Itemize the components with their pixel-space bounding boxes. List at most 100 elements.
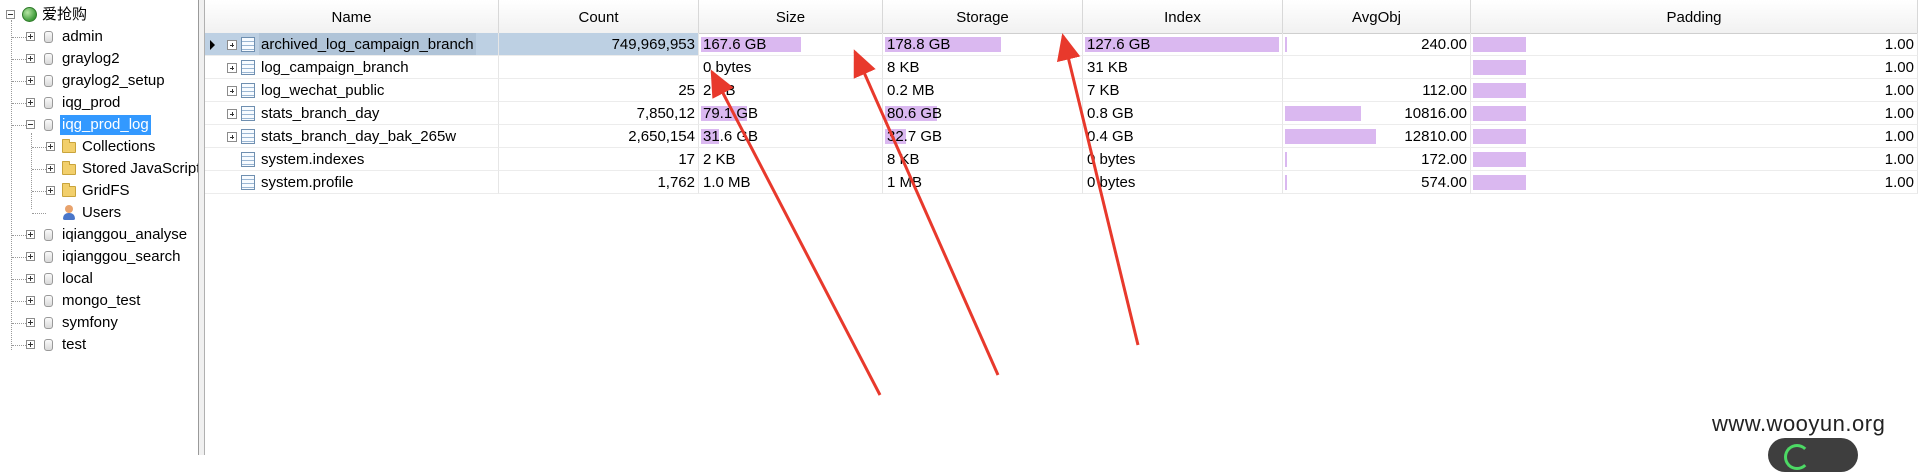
cell-padding[interactable]: 1.00 [1471,33,1918,56]
tree-item-label[interactable]: Collections [80,137,157,157]
table-row[interactable]: log_wechat_public 25 2 KB 0.2 MB 7 KB 112.00 1… [205,79,1918,102]
cell-name[interactable]: system.indexes [205,148,499,171]
cell-padding[interactable]: 1.00 [1471,56,1918,79]
tree-db-label[interactable]: graylog2_setup [60,71,167,91]
column-header-name[interactable]: Name [205,0,499,33]
tree-db-label[interactable]: graylog2 [60,49,122,69]
cell-storage[interactable]: 178.8 GB [883,33,1083,56]
cell-size[interactable]: 0 bytes [699,56,883,79]
expand-row-icon[interactable] [227,63,237,73]
tree-db-label[interactable]: test [60,335,88,355]
tree-db-label[interactable]: iqg_prod_log [60,115,151,135]
cell-name[interactable]: log_wechat_public [205,79,499,102]
cell-count[interactable]: 1,762 [499,171,699,194]
cell-size[interactable]: 31.6 GB [699,125,883,148]
cell-avgobj[interactable]: 240.00 [1283,33,1471,56]
cell-name[interactable]: log_campaign_branch [205,56,499,79]
table-row[interactable]: stats_branch_day 7,850,12 79.1 GB 80.6 GB 0.… [205,102,1918,125]
cell-padding[interactable]: 1.00 [1471,171,1918,194]
cell-avgobj[interactable] [1283,56,1471,79]
database-tree[interactable]: 爱抢购 admin graylog2 graylog2_setup iqg_prod i… [0,0,199,455]
tree-item-label[interactable]: Users [80,203,123,223]
table-row[interactable]: system.indexes 17 2 KB 8 KB 0 bytes 172.00 1.0… [205,148,1918,171]
table-row[interactable]: archived_log_campaign_branch 749,969,953 1… [205,33,1918,56]
column-header-index[interactable]: Index [1083,0,1283,33]
tree-db-label[interactable]: iqg_prod [60,93,122,113]
cell-index[interactable]: 127.6 GB [1083,33,1283,56]
cell-count[interactable]: 17 [499,148,699,171]
cell-count[interactable]: 25 [499,79,699,102]
expand-toggle-icon[interactable] [26,98,35,107]
cell-padding[interactable]: 1.00 [1471,125,1918,148]
cell-count[interactable]: 749,969,953 [499,33,699,56]
expand-toggle-icon[interactable] [26,230,35,239]
expand-toggle-icon[interactable] [26,54,35,63]
collapse-toggle-icon[interactable] [26,120,35,129]
cell-name[interactable]: stats_branch_day_bak_265w [205,125,499,148]
cell-storage[interactable]: 0.2 MB [883,79,1083,102]
column-header-count[interactable]: Count [499,0,699,33]
expand-toggle-icon[interactable] [46,142,55,151]
cell-avgobj[interactable]: 112.00 [1283,79,1471,102]
collapse-toggle-icon[interactable] [6,10,15,19]
cell-padding[interactable]: 1.00 [1471,102,1918,125]
cell-size[interactable]: 2 KB [699,148,883,171]
cell-index[interactable]: 0.4 GB [1083,125,1283,148]
tree-item-label[interactable]: Stored JavaScript [80,159,198,179]
cell-size[interactable]: 79.1 GB [699,102,883,125]
cell-size[interactable]: 2 KB [699,79,883,102]
expand-toggle-icon[interactable] [26,340,35,349]
expand-toggle-icon[interactable] [26,274,35,283]
expand-row-icon[interactable] [227,132,237,142]
cell-storage[interactable]: 1 MB [883,171,1083,194]
column-header-padding[interactable]: Padding [1471,0,1918,33]
cell-storage[interactable]: 32.7 GB [883,125,1083,148]
cell-name[interactable]: system.profile [205,171,499,194]
cell-index[interactable]: 0 bytes [1083,171,1283,194]
cell-storage[interactable]: 8 KB [883,148,1083,171]
tree-db-label[interactable]: symfony [60,313,120,333]
tree-db-label[interactable]: admin [60,27,105,47]
table-row[interactable]: system.profile 1,762 1.0 MB 1 MB 0 bytes 574.… [205,171,1918,194]
expand-toggle-icon[interactable] [26,296,35,305]
column-header-storage[interactable]: Storage [883,0,1083,33]
cell-padding[interactable]: 1.00 [1471,148,1918,171]
cell-size[interactable]: 1.0 MB [699,171,883,194]
cell-avgobj[interactable]: 12810.00 [1283,125,1471,148]
tree-db-label[interactable]: local [60,269,95,289]
cell-name[interactable]: archived_log_campaign_branch [205,33,499,56]
cell-avgobj[interactable]: 574.00 [1283,171,1471,194]
expand-toggle-icon[interactable] [26,76,35,85]
tree-db-label[interactable]: iqianggou_search [60,247,182,267]
cell-storage[interactable]: 8 KB [883,56,1083,79]
expand-row-icon[interactable] [227,40,237,50]
cell-name[interactable]: stats_branch_day [205,102,499,125]
cell-count[interactable] [499,56,699,79]
cell-index[interactable]: 0 bytes [1083,148,1283,171]
cell-avgobj[interactable]: 172.00 [1283,148,1471,171]
cell-index[interactable]: 0.8 GB [1083,102,1283,125]
cell-storage[interactable]: 80.6 GB [883,102,1083,125]
tree-db-label[interactable]: iqianggou_analyse [60,225,189,245]
cell-count[interactable]: 2,650,154 [499,125,699,148]
column-header-size[interactable]: Size [699,0,883,33]
cell-size[interactable]: 167.6 GB [699,33,883,56]
cell-count[interactable]: 7,850,12 [499,102,699,125]
column-header-avgobj[interactable]: AvgObj [1283,0,1471,33]
tree-item-label[interactable]: GridFS [80,181,132,201]
expand-row-icon[interactable] [227,109,237,119]
expand-toggle-icon[interactable] [26,252,35,261]
expand-toggle-icon[interactable] [26,318,35,327]
table-row[interactable]: log_campaign_branch 0 bytes 8 KB 31 KB 1.00 [205,56,1918,79]
tree-db-label[interactable]: mongo_test [60,291,142,311]
tree-root-label[interactable]: 爱抢购 [40,5,89,25]
expand-row-icon[interactable] [227,86,237,96]
expand-toggle-icon[interactable] [46,186,55,195]
expand-toggle-icon[interactable] [46,164,55,173]
expand-toggle-icon[interactable] [26,32,35,41]
table-row[interactable]: stats_branch_day_bak_265w 2,650,154 31.6 G… [205,125,1918,148]
cell-index[interactable]: 7 KB [1083,79,1283,102]
cell-index[interactable]: 31 KB [1083,56,1283,79]
cell-padding[interactable]: 1.00 [1471,79,1918,102]
cell-avgobj[interactable]: 10816.00 [1283,102,1471,125]
